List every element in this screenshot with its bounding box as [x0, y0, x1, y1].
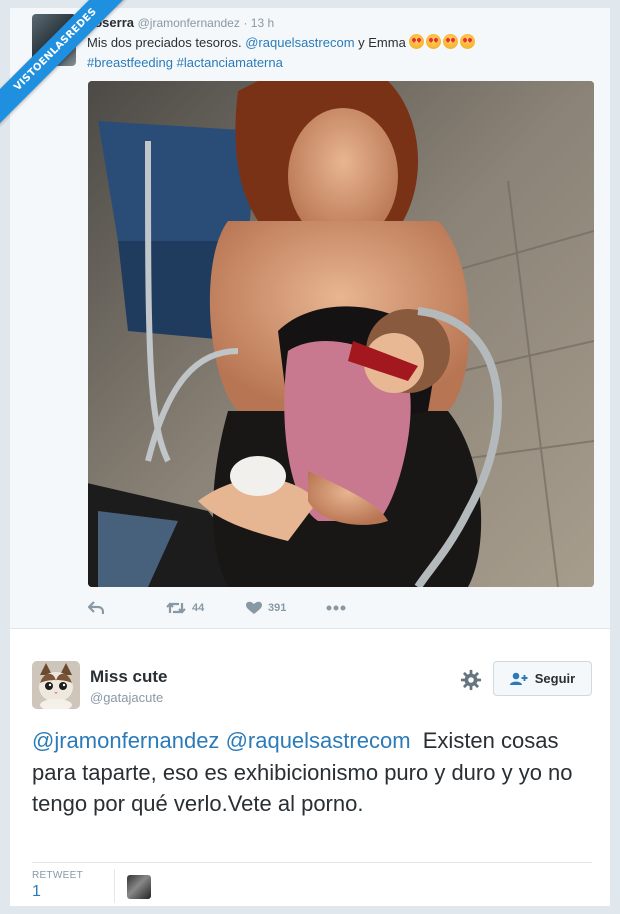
author-name[interactable]: Joserra	[87, 15, 134, 30]
hashtag-links[interactable]: #breastfeeding #lactanciamaterna	[87, 55, 283, 70]
heart-icon	[246, 601, 262, 614]
heart-eyes-emoji-group	[409, 34, 477, 54]
heart-eyes-emoji	[426, 34, 442, 49]
heart-eyes-emoji	[460, 34, 476, 49]
photo-illustration	[88, 81, 594, 587]
author-avatar[interactable]	[32, 14, 76, 66]
follow-button-label: Seguir	[534, 671, 576, 686]
heart-eyes-emoji	[443, 34, 459, 49]
mention-link[interactable]: @jramonfernandez	[32, 728, 219, 753]
tweet-header: Joserra @jramonfernandez · 13 h	[87, 15, 274, 30]
stats-divider	[32, 862, 592, 863]
stats-separator	[114, 869, 115, 903]
follow-button[interactable]: Seguir	[493, 661, 592, 696]
tweet-text-part: Mis dos preciados tesoros.	[87, 35, 246, 50]
tweet-text: Mis dos preciados tesoros. @raquelsastre…	[87, 34, 587, 72]
retweet-action[interactable]: 44	[166, 601, 246, 615]
mention-link[interactable]: @raquelsastrecom	[226, 728, 411, 753]
reply-author-name[interactable]: Miss cute	[90, 667, 167, 687]
retweet-stat-count[interactable]: 1	[32, 883, 41, 901]
tweet-text-part: y Emma	[354, 35, 410, 50]
reply-author-handle[interactable]: @gatajacute	[90, 690, 163, 705]
more-icon	[326, 605, 346, 611]
reply-tweet: Miss cute @gatajacute Seguir @jramonfern…	[10, 628, 610, 906]
gear-icon[interactable]	[460, 669, 482, 691]
kitten-avatar-icon	[32, 661, 80, 709]
retweet-icon	[166, 602, 186, 614]
reply-action[interactable]	[88, 601, 166, 615]
retweet-label: RETWEET	[32, 870, 83, 881]
tweet-photo[interactable]	[88, 81, 594, 587]
retweet-count: 44	[192, 602, 205, 614]
add-user-icon	[509, 672, 528, 685]
author-handle[interactable]: @jramonfernandez	[138, 16, 240, 30]
reply-author-avatar[interactable]	[32, 661, 80, 709]
tweet-actions: 44 391	[88, 599, 346, 617]
reply-text: @jramonfernandez @raquelsastrecom Existe…	[32, 725, 597, 820]
more-action[interactable]	[326, 605, 346, 611]
retweeter-avatar[interactable]	[127, 875, 151, 899]
like-count: 391	[268, 602, 287, 614]
original-tweet: Joserra @jramonfernandez · 13 h Mis dos …	[10, 8, 610, 628]
like-action[interactable]: 391	[246, 601, 326, 615]
heart-eyes-emoji	[409, 34, 425, 49]
mention-link[interactable]: @raquelsastrecom	[245, 35, 354, 50]
reply-icon	[88, 601, 104, 614]
tweet-timestamp[interactable]: · 13 h	[243, 16, 274, 30]
